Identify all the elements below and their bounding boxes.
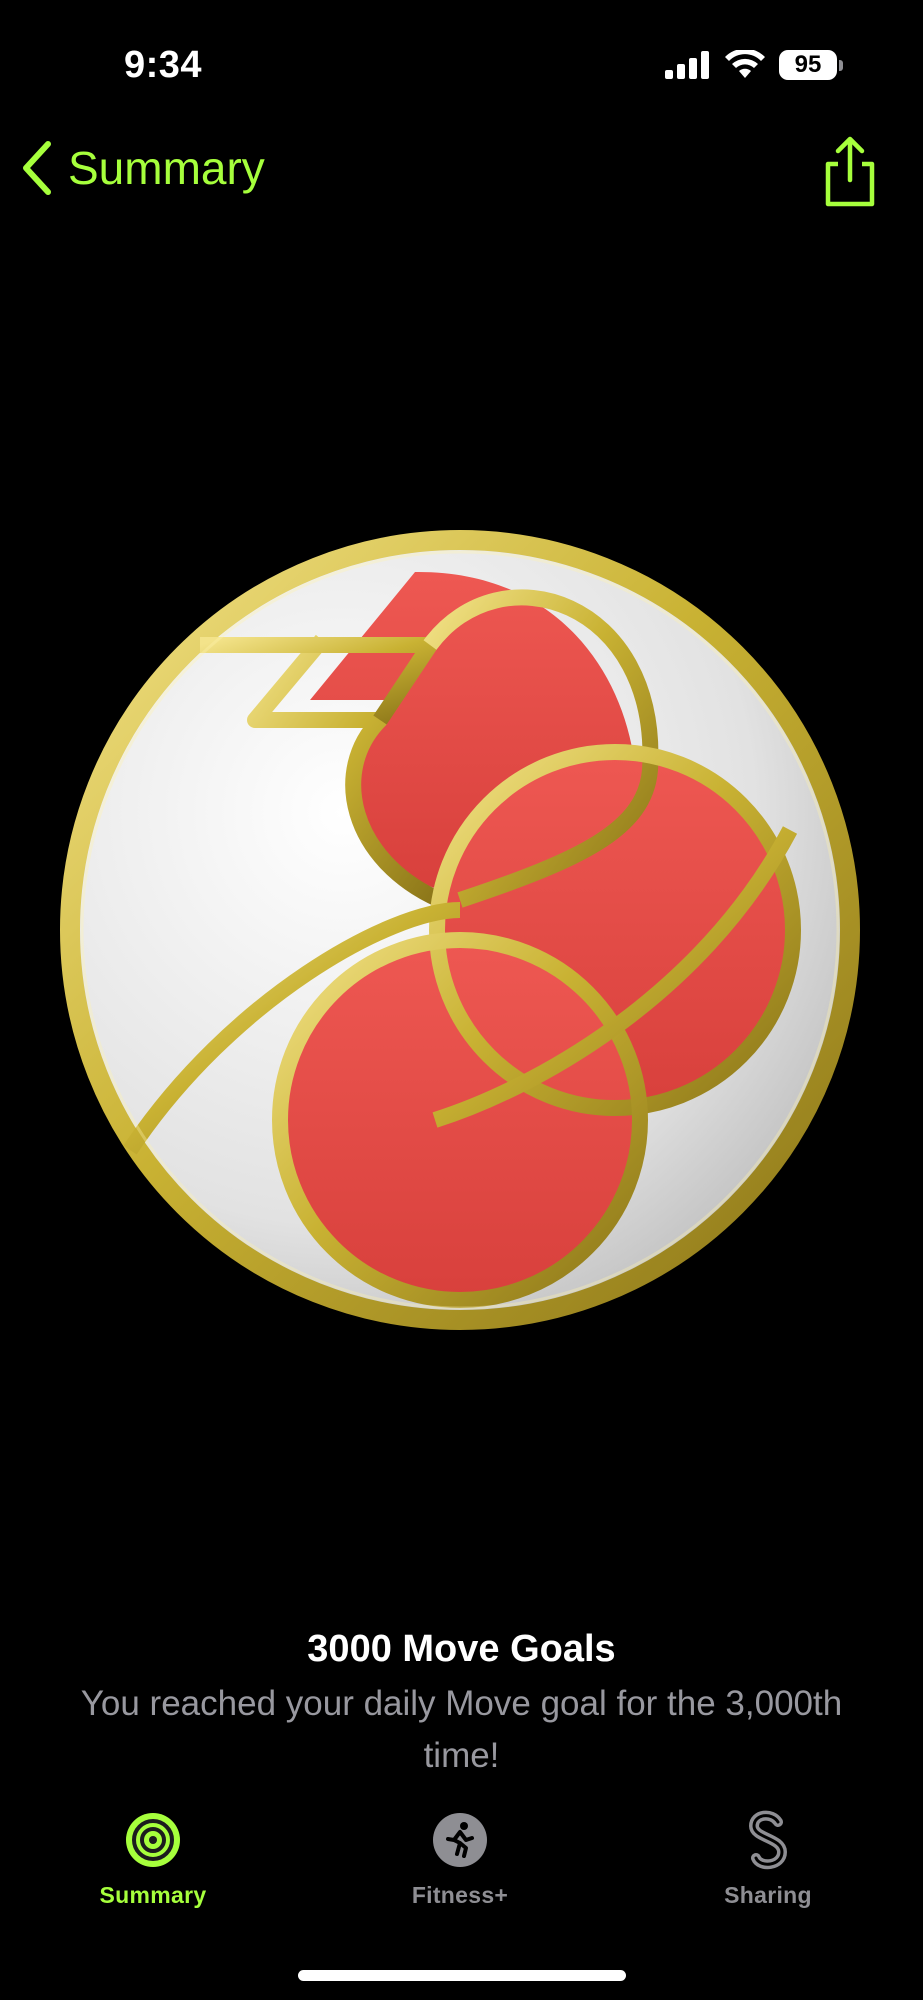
tab-summary[interactable]: Summary bbox=[43, 1810, 263, 1909]
status-time: 9:34 bbox=[124, 44, 203, 86]
tab-bar: Summary Fitness+ Sharing bbox=[0, 1810, 923, 1930]
battery-level: 95 bbox=[794, 51, 822, 78]
back-button-label: Summary bbox=[68, 142, 265, 194]
status-bar: 9:34 95 bbox=[0, 0, 923, 120]
sharing-icon bbox=[748, 1810, 788, 1870]
activity-rings-icon bbox=[126, 1813, 180, 1867]
chevron-left-icon bbox=[23, 141, 51, 195]
tab-fitness-plus-label: Fitness+ bbox=[411, 1882, 509, 1908]
signal-icon bbox=[665, 51, 709, 79]
tab-sharing[interactable]: Sharing bbox=[658, 1810, 878, 1909]
move-goals-award-badge bbox=[60, 530, 860, 1330]
wifi-icon bbox=[725, 50, 765, 78]
tab-summary-label: Summary bbox=[99, 1882, 207, 1908]
award-description: You reached your daily Move goal for the… bbox=[80, 1684, 843, 1775]
status-icons: 95 bbox=[665, 50, 843, 80]
back-button[interactable]: Summary bbox=[20, 140, 265, 196]
share-icon[interactable] bbox=[820, 136, 880, 208]
battery-icon: 95 bbox=[779, 50, 837, 80]
home-indicator[interactable] bbox=[298, 1970, 626, 1981]
battery-tip bbox=[839, 59, 843, 71]
award-title: 3000 Move Goals bbox=[307, 1628, 616, 1670]
tab-sharing-label: Sharing bbox=[724, 1882, 812, 1908]
running-figure-icon bbox=[433, 1813, 487, 1867]
tab-fitness-plus[interactable]: Fitness+ bbox=[350, 1810, 570, 1909]
